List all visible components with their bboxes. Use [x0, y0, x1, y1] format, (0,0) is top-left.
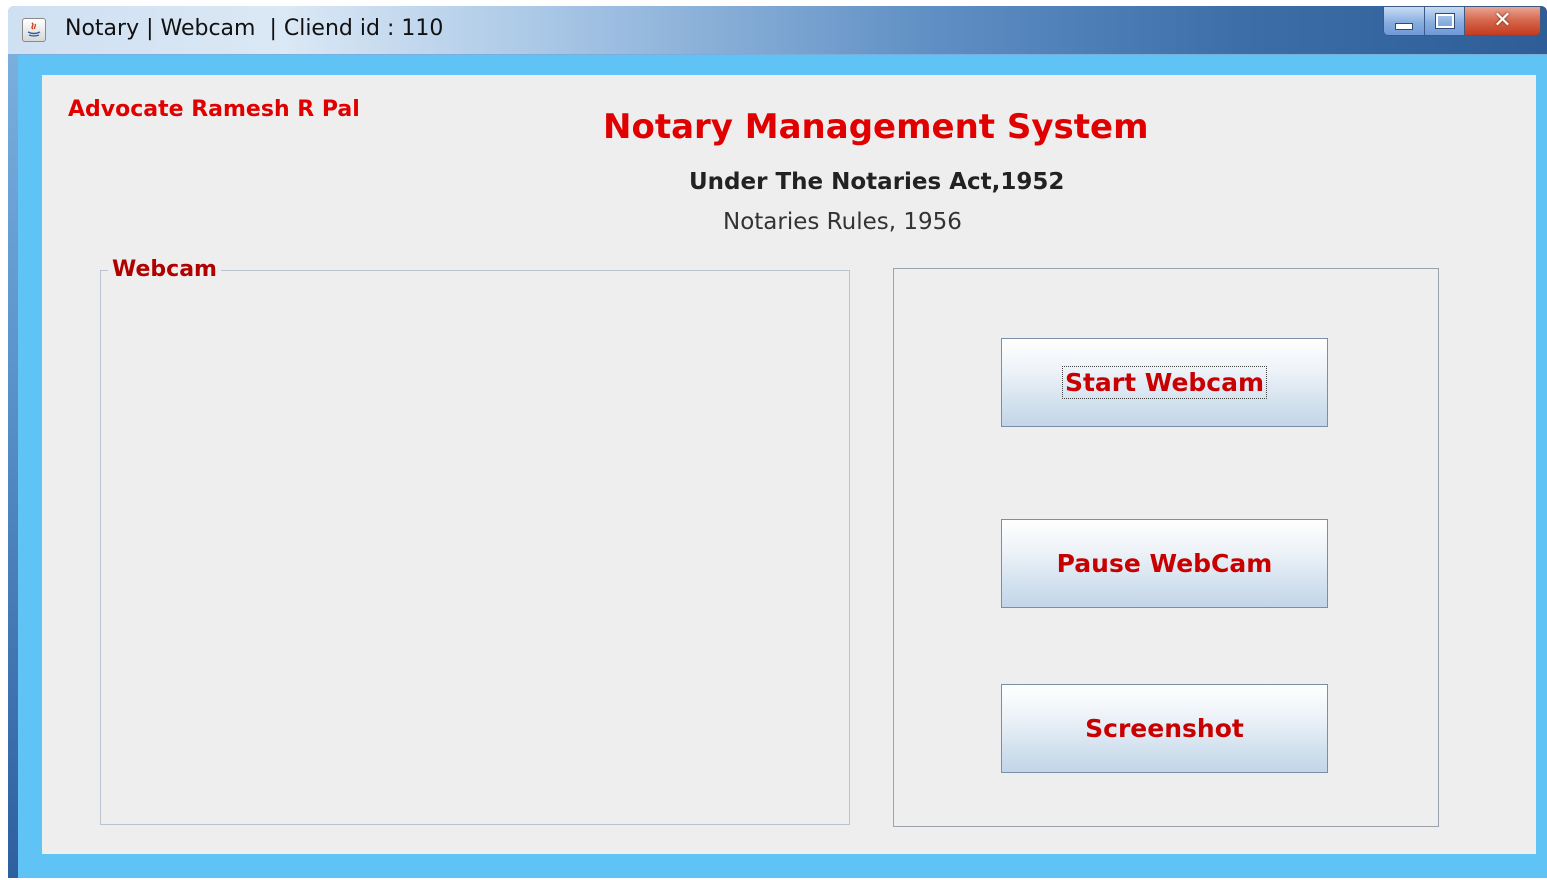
start-webcam-label: Start Webcam: [1061, 366, 1268, 399]
pause-webcam-label: Pause WebCam: [1056, 549, 1273, 578]
act-subtitle: Under The Notaries Act,1952: [689, 169, 1065, 195]
pause-webcam-button[interactable]: Pause WebCam: [1001, 519, 1328, 608]
screenshot-label: Screenshot: [1085, 714, 1244, 743]
screenshot-button[interactable]: Screenshot: [1001, 684, 1328, 773]
page-title: Notary Management System: [603, 107, 1149, 147]
window-frame: Advocate Ramesh R Pal Notary Management …: [18, 55, 1547, 878]
maximize-icon: [1435, 14, 1454, 28]
title-bar[interactable]: Notary | Webcam | Cliend id : 110 ✕: [8, 6, 1547, 54]
minimize-icon: [1395, 22, 1413, 30]
advocate-name: Advocate Ramesh R Pal: [68, 97, 360, 122]
close-icon: ✕: [1493, 8, 1512, 33]
close-button[interactable]: ✕: [1465, 6, 1541, 36]
maximize-button[interactable]: [1425, 6, 1465, 36]
minimize-button[interactable]: [1383, 6, 1425, 36]
webcam-view-panel: [100, 270, 850, 825]
java-icon[interactable]: [22, 18, 46, 42]
window-controls: ✕: [1383, 6, 1541, 36]
window-title: Notary | Webcam | Cliend id : 110: [65, 16, 444, 41]
start-webcam-button[interactable]: Start Webcam: [1001, 338, 1328, 427]
rules-subtitle: Notaries Rules, 1956: [723, 209, 962, 235]
main-content: Advocate Ramesh R Pal Notary Management …: [42, 75, 1536, 854]
app-window: Notary | Webcam | Cliend id : 110 ✕ Advo…: [8, 6, 1547, 878]
webcam-panel-legend: Webcam: [108, 257, 221, 282]
